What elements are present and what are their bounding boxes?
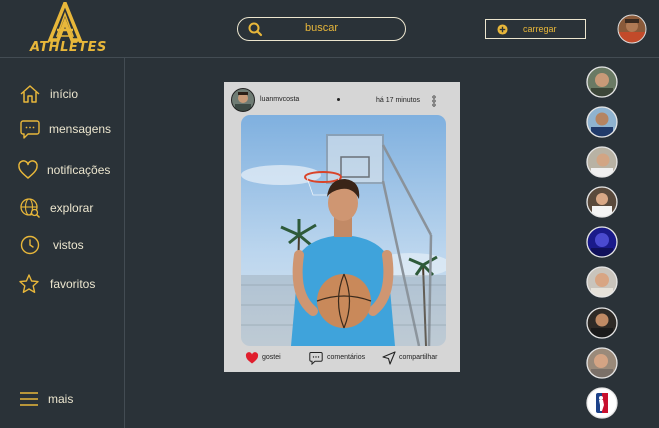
nba-logo-story[interactable]	[586, 387, 618, 419]
sidebar-item-favorites[interactable]: favoritos	[0, 270, 124, 298]
story-avatar[interactable]	[586, 66, 618, 98]
sidebar-item-label: notificações	[47, 163, 111, 177]
plus-circle-icon	[497, 24, 508, 35]
send-icon	[382, 351, 396, 365]
story-avatar[interactable]	[586, 186, 618, 218]
sidebar-item-messages[interactable]: mensagens	[0, 115, 124, 143]
heart-filled-icon	[245, 352, 259, 364]
user-avatar[interactable]	[617, 14, 647, 44]
brand-logo[interactable]: ATHLETES	[30, 0, 107, 58]
athletes-a-logo-icon	[47, 0, 83, 42]
post-photo[interactable]	[241, 115, 446, 346]
share-label: compartilhar	[399, 354, 438, 361]
search-input[interactable]: buscar	[238, 22, 405, 34]
post-timestamp: há 17 minutos	[376, 97, 420, 104]
sidebar-item-notifications[interactable]: notificações	[0, 156, 124, 184]
heart-icon	[18, 160, 38, 179]
sidebar-item-viewed[interactable]: vistos	[0, 231, 124, 259]
share-button[interactable]: compartilhar	[382, 351, 458, 367]
clock-icon	[20, 235, 40, 255]
story-avatar[interactable]	[586, 347, 618, 379]
sidebar-item-label: favoritos	[50, 277, 96, 291]
separator-dot	[337, 98, 340, 101]
top-bar: ATHLETES buscar carregar	[0, 0, 659, 58]
story-avatar[interactable]	[586, 226, 618, 258]
sidebar-item-label: explorar	[50, 201, 94, 215]
story-avatar[interactable]	[586, 266, 618, 298]
star-icon	[19, 274, 39, 293]
comment-icon	[309, 352, 323, 365]
like-button[interactable]: gostei	[245, 351, 305, 367]
more-options-icon[interactable]	[431, 95, 437, 107]
comments-label: comentários	[327, 354, 366, 361]
hamburger-menu-icon	[20, 392, 38, 406]
sidebar: início mensagens notificações explorar v…	[0, 58, 125, 428]
story-avatar[interactable]	[586, 307, 618, 339]
sidebar-item-label: início	[50, 87, 79, 101]
sidebar-item-label: vistos	[53, 238, 84, 252]
upload-button[interactable]: carregar	[485, 19, 586, 39]
sidebar-item-more[interactable]: mais	[0, 385, 124, 413]
brand-name: ATHLETES	[30, 40, 107, 55]
home-icon	[20, 85, 40, 103]
sidebar-item-explore[interactable]: explorar	[0, 194, 124, 222]
story-avatar[interactable]	[586, 106, 618, 138]
post-author-avatar[interactable]	[231, 88, 255, 112]
sidebar-item-label: mensagens	[49, 122, 112, 136]
post-username[interactable]: luanmvcosta	[260, 96, 299, 103]
sidebar-item-home[interactable]: início	[0, 80, 124, 108]
comments-button[interactable]: comentários	[309, 351, 379, 367]
sidebar-item-label: mais	[48, 392, 74, 406]
story-avatar[interactable]	[586, 146, 618, 178]
search-bar[interactable]: buscar	[237, 17, 406, 41]
globe-search-icon	[20, 198, 41, 219]
like-label: gostei	[262, 354, 281, 361]
post-card: luanmvcosta há 17 minutos gostei comentá…	[224, 82, 460, 372]
upload-label: carregar	[523, 24, 557, 34]
chat-icon	[20, 120, 40, 139]
